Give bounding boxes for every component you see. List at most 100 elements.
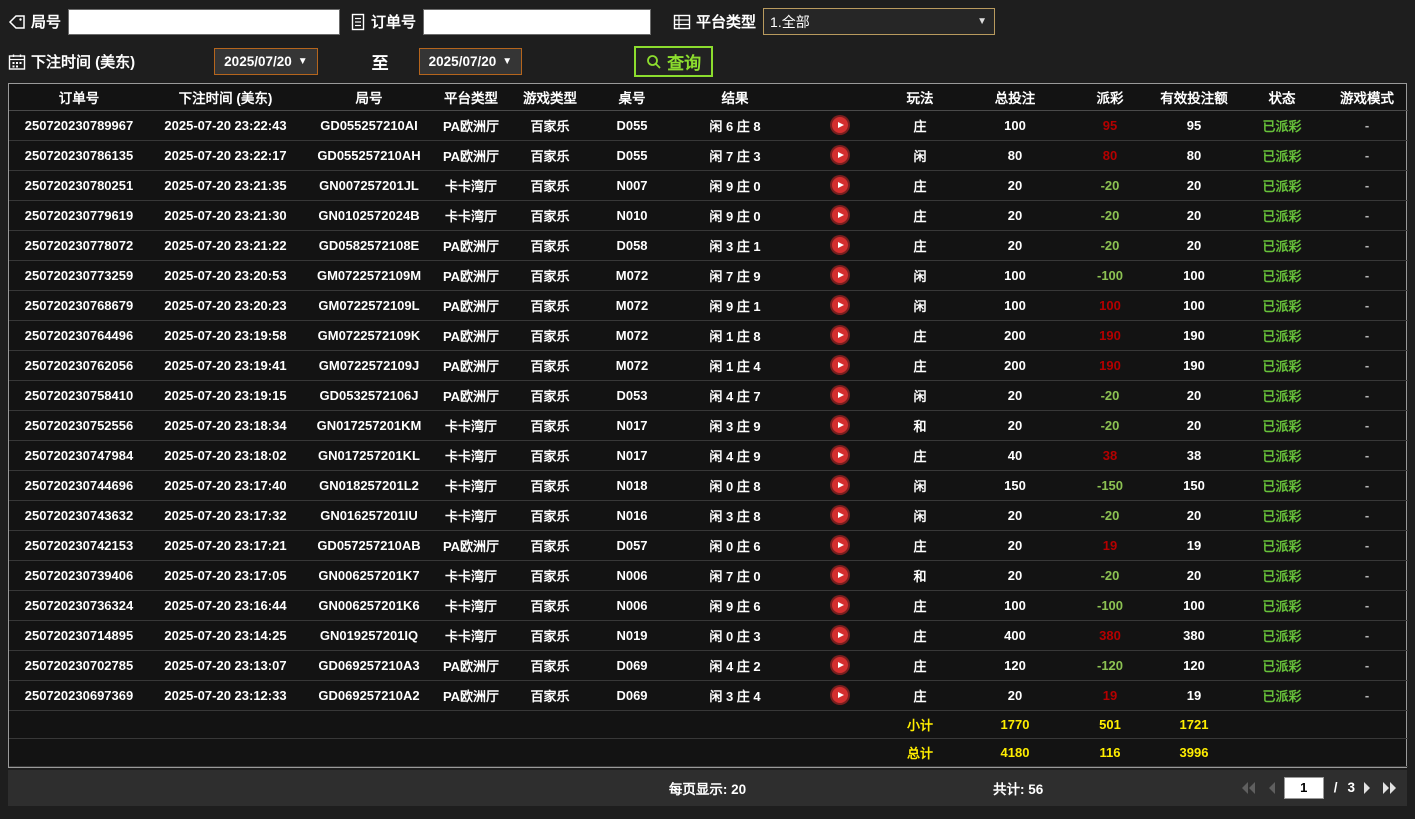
- platform-cell: 卡卡湾厅: [436, 470, 506, 501]
- play-video-icon[interactable]: [832, 657, 848, 674]
- table-row: 250720230739406 2025-07-20 23:17:05 GN0062…: [9, 560, 1408, 591]
- order-cell: 250720230752556: [9, 410, 149, 441]
- table-row: 250720230758410 2025-07-20 23:19:15 GD0532…: [9, 380, 1408, 411]
- play-cell: 闲: [880, 290, 960, 321]
- payout-cell: 380: [1070, 620, 1150, 651]
- first-page-icon[interactable]: [1240, 781, 1258, 795]
- page-number-input[interactable]: [1283, 776, 1324, 799]
- bet-cell: 100: [960, 290, 1070, 321]
- play-video-icon[interactable]: [832, 357, 848, 374]
- time-cell: 2025-07-20 23:20:53: [149, 260, 302, 291]
- time-cell: 2025-07-20 23:17:21: [149, 530, 302, 561]
- status-cell: 已派彩: [1238, 680, 1326, 711]
- play-cell: 庄: [880, 680, 960, 711]
- result-cell: 闲 0 庄 8: [670, 470, 800, 501]
- payout-cell: -20: [1070, 560, 1150, 591]
- payout-cell: 80: [1070, 140, 1150, 171]
- table-no-cell: M072: [594, 350, 670, 381]
- bets-table: 订单号 下注时间 (美东) 局号 平台类型 游戏类型 桌号 结果 玩法 总投注 …: [9, 84, 1408, 767]
- play-video-icon[interactable]: [832, 177, 848, 194]
- time-cell: 2025-07-20 23:17:40: [149, 470, 302, 501]
- payout-cell: 190: [1070, 320, 1150, 351]
- play-video-icon[interactable]: [832, 237, 848, 254]
- date-from-button[interactable]: 2025/07/20 ▼: [214, 48, 318, 75]
- result-cell: 闲 3 庄 9: [670, 410, 800, 441]
- result-cell: 闲 7 庄 3: [670, 140, 800, 171]
- bet-cell: 20: [960, 200, 1070, 231]
- play-video-icon[interactable]: [832, 387, 848, 404]
- payout-cell: -20: [1070, 380, 1150, 411]
- valid-cell: 19: [1150, 530, 1238, 561]
- query-button[interactable]: 查询: [634, 46, 714, 77]
- mode-cell: -: [1326, 380, 1408, 411]
- table-no-cell: M072: [594, 320, 670, 351]
- play-video-icon[interactable]: [832, 297, 848, 314]
- payout-cell: -150: [1070, 470, 1150, 501]
- play-video-icon[interactable]: [832, 117, 848, 134]
- order-cell: 250720230786135: [9, 140, 149, 171]
- play-video-icon[interactable]: [832, 537, 848, 554]
- prev-page-icon[interactable]: [1266, 781, 1276, 795]
- play-video-icon[interactable]: [832, 147, 848, 164]
- play-video-icon[interactable]: [832, 447, 848, 464]
- date-to-button[interactable]: 2025/07/20 ▼: [418, 48, 523, 75]
- payout-cell: -120: [1070, 650, 1150, 681]
- last-page-icon[interactable]: [1381, 781, 1399, 795]
- table-no-cell: N006: [594, 560, 670, 591]
- round-cell: GN006257201K6: [302, 590, 436, 621]
- table-row: 250720230779619 2025-07-20 23:21:30 GN0102…: [9, 200, 1408, 231]
- game-cell: 百家乐: [506, 620, 594, 651]
- round-cell: GM0722572109M: [302, 260, 436, 291]
- video-cell: [800, 350, 880, 381]
- play-video-icon[interactable]: [832, 567, 848, 584]
- play-video-icon[interactable]: [832, 327, 848, 344]
- play-video-icon[interactable]: [832, 267, 848, 284]
- game-cell: 百家乐: [506, 140, 594, 171]
- play-cell: 庄: [880, 320, 960, 351]
- round-cell: GD057257210AB: [302, 530, 436, 561]
- platform-type-dropdown[interactable]: 1.全部 ▼: [763, 8, 996, 35]
- bet-cell: 20: [960, 530, 1070, 561]
- table-no-cell: D053: [594, 380, 670, 411]
- col-header-order: 订单号: [9, 84, 149, 111]
- payout-cell: 19: [1070, 530, 1150, 561]
- result-cell: 闲 4 庄 7: [670, 380, 800, 411]
- chevron-down-icon: ▼: [977, 16, 988, 27]
- game-cell: 百家乐: [506, 320, 594, 351]
- col-header-bet: 总投注: [960, 84, 1070, 111]
- game-cell: 百家乐: [506, 650, 594, 681]
- table-row: 250720230786135 2025-07-20 23:22:17 GD0552…: [9, 140, 1408, 171]
- table-row: 250720230742153 2025-07-20 23:17:21 GD0572…: [9, 530, 1408, 561]
- play-video-icon[interactable]: [832, 687, 848, 704]
- play-video-icon[interactable]: [832, 477, 848, 494]
- next-page-icon[interactable]: [1363, 781, 1373, 795]
- status-cell: 已派彩: [1238, 230, 1326, 261]
- round-cell: GN0102572024B: [302, 200, 436, 231]
- page-total: 3: [1347, 780, 1355, 795]
- filter-row-1: 局号 订单号 平台类型 1.全部 ▼: [8, 8, 1407, 35]
- platform-cell: PA欧洲厅: [436, 320, 506, 351]
- play-video-icon[interactable]: [832, 507, 848, 524]
- platform-cell: 卡卡湾厅: [436, 560, 506, 591]
- play-video-icon[interactable]: [832, 207, 848, 224]
- platform-cell: PA欧洲厅: [436, 110, 506, 141]
- order-input[interactable]: [423, 8, 652, 35]
- play-video-icon[interactable]: [832, 417, 848, 434]
- document-icon: [350, 13, 366, 31]
- status-cell: 已派彩: [1238, 290, 1326, 321]
- mode-cell: -: [1326, 530, 1408, 561]
- play-video-icon[interactable]: [832, 627, 848, 644]
- bet-time-label: 下注时间 (美东): [31, 54, 136, 71]
- subtotal-payout: 501: [1070, 710, 1150, 739]
- time-cell: 2025-07-20 23:19:58: [149, 320, 302, 351]
- round-input[interactable]: [68, 8, 341, 35]
- platform-cell: 卡卡湾厅: [436, 620, 506, 651]
- col-header-valid: 有效投注额: [1150, 84, 1238, 111]
- valid-cell: 100: [1150, 590, 1238, 621]
- play-video-icon[interactable]: [832, 597, 848, 614]
- platform-cell: PA欧洲厅: [436, 680, 506, 711]
- round-label: 局号: [31, 14, 62, 31]
- round-cell: GN007257201JL: [302, 170, 436, 201]
- bet-cell: 20: [960, 170, 1070, 201]
- table-row: 250720230764496 2025-07-20 23:19:58 GM0722…: [9, 320, 1408, 351]
